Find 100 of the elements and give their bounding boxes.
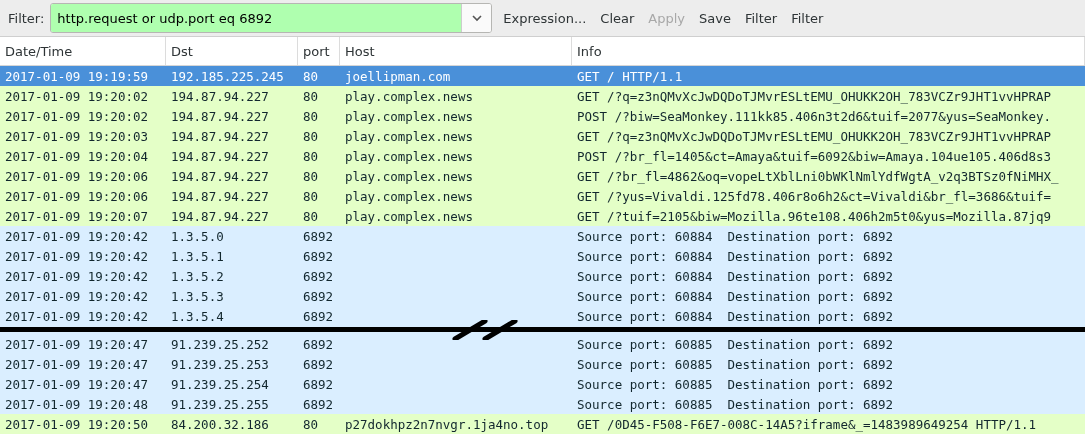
- table-cell-text: 80: [302, 108, 320, 124]
- table-cell-text: 2017-01-09 19:20:42: [4, 308, 149, 324]
- table-cell-text: GET /0D45-F508-F6E7-008C-14A5?iframe&_=1483989649254 HTTP/1.1: [576, 416, 1038, 432]
- packet-row[interactable]: 2017-01-09 19:20:42 1.3.5.0 6892 Source port: 60884 Destination port: 6892: [0, 226, 1085, 246]
- table-cell-text: play.complex.news: [344, 208, 474, 224]
- table-cell-text: 6892: [302, 248, 335, 264]
- table-cell-text: Source port: 60885 Destination port: 6892: [576, 336, 895, 352]
- table-cell-text: 6892: [302, 376, 335, 392]
- table-cell-text: GET /?q=z3nQMvXcJwDQDoTJMvrESLtEMU_OHUKK2OH_783VCZr9JHT1vvHPRAP: [576, 128, 1053, 144]
- toolbar-button[interactable]: Save: [692, 6, 738, 30]
- packet-row[interactable]: 2017-01-09 19:20:06 194.87.94.227 80 play.complex.news GET /?yus=Vivaldi.125fd78.406r8o6h2&ct=Vivaldi&br_fl=3686&tuif=: [0, 186, 1085, 206]
- table-cell-text: play.complex.news: [344, 108, 474, 124]
- table-cell-text: 2017-01-09 19:20:03: [4, 128, 149, 144]
- table-cell-text: 6892: [302, 356, 335, 372]
- packet-row[interactable]: 2017-01-09 19:20:42 1.3.5.3 6892 Source port: 60884 Destination port: 6892: [0, 286, 1085, 306]
- table-cell-text: 1.3.5.3: [170, 288, 225, 304]
- table-cell-text: 194.87.94.227: [170, 88, 270, 104]
- table-cell-text: POST /?biw=SeaMonkey.111kk85.406n3t2d6&tuif=2077&yus=SeaMonkey.: [576, 108, 1053, 124]
- table-cell-text: 80: [302, 68, 320, 84]
- toolbar-button[interactable]: Filter: [784, 6, 831, 30]
- table-cell-text: 91.239.25.255: [170, 396, 270, 412]
- table-cell-text: 2017-01-09 19:19:59: [4, 68, 149, 84]
- table-cell-text: 80: [302, 88, 320, 104]
- table-cell-text: Source port: 60885 Destination port: 6892: [576, 396, 895, 412]
- table-cell-text: Source port: 60885 Destination port: 6892: [576, 376, 895, 392]
- table-cell-text: p27dokhpz2n7nvgr.1ja4no.top: [344, 416, 550, 432]
- chevron-down-icon: [470, 14, 483, 22]
- table-cell-text: 6892: [302, 336, 335, 352]
- table-cell-text: play.complex.news: [344, 128, 474, 144]
- table-cell-text: 1.3.5.2: [170, 268, 225, 284]
- packet-row[interactable]: 2017-01-09 19:20:47 91.239.25.254 6892 Source port: 60885 Destination port: 6892: [0, 374, 1085, 394]
- table-cell-text: GET /?q=z3nQMvXcJwDQDoTJMvrESLtEMU_OHUKK2OH_783VCZr9JHT1vvHPRAP: [576, 88, 1053, 104]
- toolbar-button[interactable]: Expression...: [496, 6, 594, 30]
- table-cell-text: play.complex.news: [344, 168, 474, 184]
- packet-row[interactable]: 2017-01-09 19:20:42 1.3.5.2 6892 Source port: 60884 Destination port: 6892: [0, 266, 1085, 286]
- toolbar-button[interactable]: Filter: [737, 6, 785, 30]
- packet-row[interactable]: 2017-01-09 19:20:07 194.87.94.227 80 play.complex.news GET /?tuif=2105&biw=Mozilla.96te108.406h2m5t0&yus=Mozilla.87jq9: [0, 206, 1085, 226]
- packet-row[interactable]: 2017-01-09 19:20:42 1.3.5.1 6892 Source port: 60884 Destination port: 6892: [0, 246, 1085, 266]
- table-cell-text: 1.3.5.1: [170, 248, 225, 264]
- column-header[interactable]: Host: [340, 37, 572, 65]
- table-cell-text: 2017-01-09 19:20:47: [4, 356, 149, 372]
- table-cell-text: Source port: 60884 Destination port: 6892: [576, 248, 895, 264]
- table-cell-text: 2017-01-09 19:20:42: [4, 288, 149, 304]
- table-cell-text: GET /?yus=Vivaldi.125fd78.406r8o6h2&ct=Vivaldi&br_fl=3686&tuif=: [576, 188, 1053, 204]
- table-cell-text: Source port: 60884 Destination port: 6892: [576, 308, 895, 324]
- packet-row[interactable]: 2017-01-09 19:20:50 84.200.32.186 80 p27dokhpz2n7nvgr.1ja4no.top GET /0D45-F508-F6E7-008C-14A5?iframe&_=1483989649254 HTTP/1.1: [0, 414, 1085, 434]
- column-header[interactable]: Info: [572, 37, 1085, 65]
- table-cell-text: 2017-01-09 19:20:42: [4, 248, 149, 264]
- table-cell-text: GET /?tuif=2105&biw=Mozilla.96te108.406h2m5t0&yus=Mozilla.87jq9: [576, 208, 1053, 224]
- column-header[interactable]: Dst: [166, 37, 298, 65]
- table-cell-text: Source port: 60885 Destination port: 6892: [576, 356, 895, 372]
- column-header[interactable]: port: [298, 37, 340, 65]
- table-cell-text: 91.239.25.254: [170, 376, 270, 392]
- packet-row[interactable]: 2017-01-09 19:20:42 1.3.5.4 6892 Source port: 60884 Destination port: 6892: [0, 306, 1085, 326]
- table-cell-text: 194.87.94.227: [170, 108, 270, 124]
- table-cell-text: 80: [302, 168, 320, 184]
- table-cell-text: 194.87.94.227: [170, 188, 270, 204]
- table-cell-text: Source port: 60884 Destination port: 6892: [576, 228, 895, 244]
- dropdown-button[interactable]: [461, 4, 492, 32]
- table-cell-text: 194.87.94.227: [170, 148, 270, 164]
- table-cell-text: 2017-01-09 19:20:47: [4, 376, 149, 392]
- table-cell-text: 6892: [302, 396, 335, 412]
- table-cell-text: 84.200.32.186: [170, 416, 270, 432]
- table-cell-text: 194.87.94.227: [170, 208, 270, 224]
- table-cell-text: GET /?br_fl=4862&oq=vopeLtXblLni0bWKlNmlYdfWgtA_v2q3BTSz0fNiMHX_: [576, 168, 1060, 184]
- table-cell-text: 80: [302, 208, 320, 224]
- table-cell-text: joellipman.com: [344, 68, 452, 84]
- table-cell-text: POST /?br_fl=1405&ct=Amaya&tuif=6092&biw=Amaya.104ue105.406d8s3: [576, 148, 1053, 164]
- table-cell-text: play.complex.news: [344, 188, 474, 204]
- table-cell-text: 2017-01-09 19:20:02: [4, 108, 149, 124]
- table-cell-text: 2017-01-09 19:20:07: [4, 208, 149, 224]
- table-cell-text: 91.239.25.252: [170, 336, 270, 352]
- column-header[interactable]: Date/Time: [0, 37, 166, 65]
- packet-row[interactable]: 2017-01-09 19:20:48 91.239.25.255 6892 Source port: 60885 Destination port: 6892: [0, 394, 1085, 414]
- table-cell-text: play.complex.news: [344, 148, 474, 164]
- table-cell-text: 2017-01-09 19:20:50: [4, 416, 149, 432]
- packet-row[interactable]: 2017-01-09 19:20:02 194.87.94.227 80 play.complex.news GET /?q=z3nQMvXcJwDQDoTJMvrESLtEMU_OHUKK2OH_783VCZr9JHT1vvHPRAP: [0, 86, 1085, 106]
- table-cell-text: 2017-01-09 19:20:47: [4, 336, 149, 352]
- toolbar-button[interactable]: Clear: [593, 6, 642, 30]
- table-cell-text: 1.3.5.4: [170, 308, 225, 324]
- table-cell-text: 1.3.5.0: [170, 228, 225, 244]
- table-cell-text: 194.87.94.227: [170, 168, 270, 184]
- packet-row[interactable]: 2017-01-09 19:20:47 91.239.25.252 6892 Source port: 60885 Destination port: 6892: [0, 334, 1085, 354]
- table-cell-text: 6892: [302, 268, 335, 284]
- packet-row[interactable]: 2017-01-09 19:20:03 194.87.94.227 80 play.complex.news GET /?q=z3nQMvXcJwDQDoTJMvrESLtEMU_OHUKK2OH_783VCZr9JHT1vvHPRAP: [0, 126, 1085, 146]
- table-cell-text: 194.87.94.227: [170, 128, 270, 144]
- packet-row[interactable]: 2017-01-09 19:20:04 194.87.94.227 80 play.complex.news POST /?br_fl=1405&ct=Amaya&tuif=6092&biw=Amaya.104ue105.406d8s3: [0, 146, 1085, 166]
- table-cell-text: 2017-01-09 19:20:04: [4, 148, 149, 164]
- table-cell-text: 80: [302, 128, 320, 144]
- table-cell-text: 2017-01-09 19:20:42: [4, 228, 149, 244]
- table-cell-text: 6892: [302, 228, 335, 244]
- table-cell-text: 91.239.25.253: [170, 356, 270, 372]
- filter-label: Filter:: [8, 10, 45, 26]
- packet-row[interactable]: 2017-01-09 19:20:47 91.239.25.253 6892 Source port: 60885 Destination port: 6892: [0, 354, 1085, 374]
- packet-row[interactable]: 2017-01-09 19:20:06 194.87.94.227 80 play.complex.news GET /?br_fl=4862&oq=vopeLtXblLni0bWKlNmlYdfWgtA_v2q3BTSz0fNiMHX_: [0, 166, 1085, 186]
- table-cell-text: 80: [302, 188, 320, 204]
- table-cell-text: GET / HTTP/1.1: [576, 68, 684, 84]
- packet-row[interactable]: 2017-01-09 19:20:02 194.87.94.227 80 play.complex.news POST /?biw=SeaMonkey.111kk85.406n3t2d6&tuif=2077&yus=SeaMonkey.: [0, 106, 1085, 126]
- table-cell-text: 6892: [302, 288, 335, 304]
- table-cell-text: 2017-01-09 19:20:06: [4, 188, 149, 204]
